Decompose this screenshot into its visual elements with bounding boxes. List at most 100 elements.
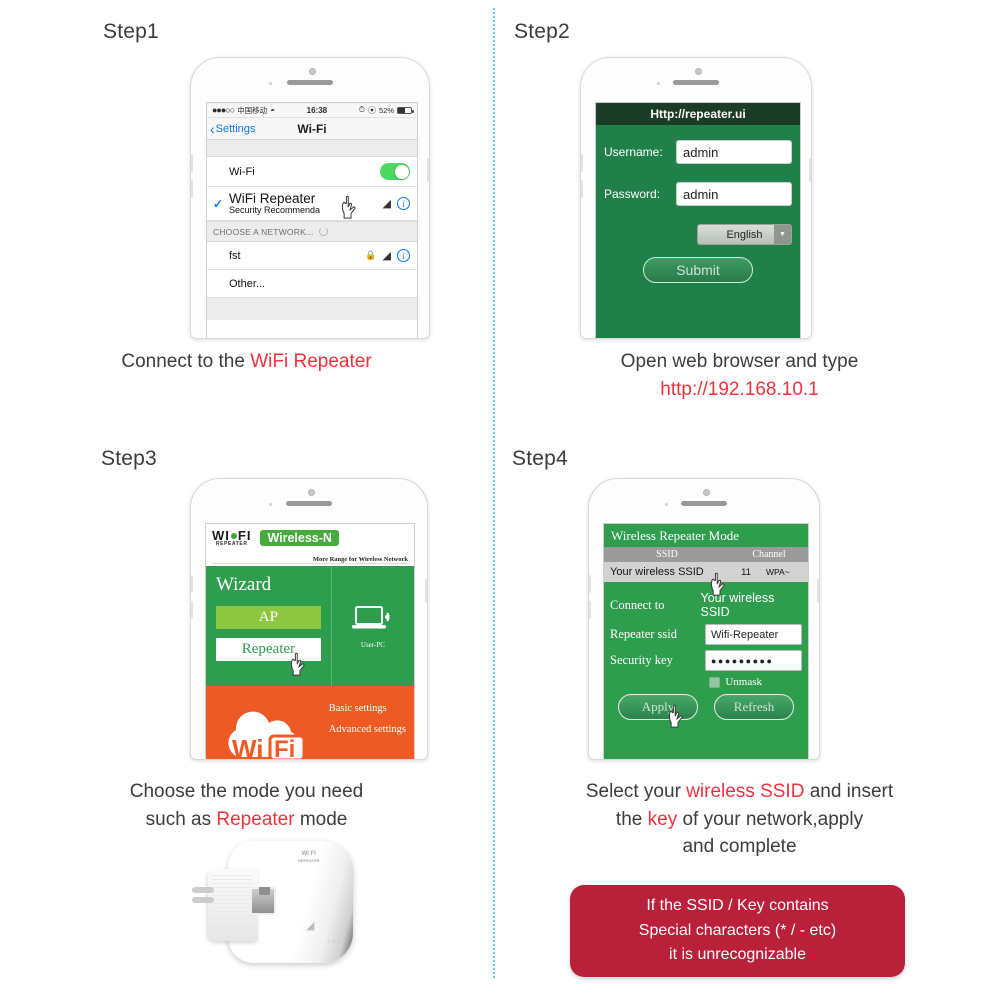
- ap-mode-button[interactable]: AP: [216, 606, 321, 629]
- warning-line3: it is unrecognizable: [669, 946, 806, 964]
- volume-button-2[interactable]: [581, 180, 583, 198]
- unmask-checkbox[interactable]: [709, 676, 721, 688]
- device-brand-label: WI FI REPEATER: [298, 851, 319, 864]
- username-label: Username:: [604, 145, 663, 159]
- connected-ssid-label: WiFi Repeater: [229, 190, 316, 206]
- cell-channel: 11: [741, 566, 751, 578]
- svg-text:Fi: Fi: [274, 736, 295, 760]
- step2-screen: Http://repeater.ui Username: admin Passw…: [595, 102, 801, 338]
- step4-caption: Select your wireless SSID and insert the…: [493, 778, 986, 861]
- step1-panel: Step1 ●●●○○ 中国移动 ◓ 16:38 ⏱ ⦿ 52% ‹ Setti…: [0, 0, 493, 440]
- cell-ssid: Your wireless SSID: [610, 566, 704, 578]
- device-spec-label: [212, 875, 252, 931]
- volume-button-2[interactable]: [589, 601, 591, 619]
- repeater-mode-page: Wireless Repeater Mode SSID Channel Your…: [604, 524, 808, 759]
- network-row-other[interactable]: Other...: [207, 270, 417, 298]
- volume-button[interactable]: [191, 154, 193, 172]
- security-key-input[interactable]: ●●●●●●●●●: [705, 650, 802, 671]
- submit-button[interactable]: Submit: [643, 257, 753, 283]
- instruction-poster: Step1 ●●●○○ 中国移动 ◓ 16:38 ⏱ ⦿ 52% ‹ Setti…: [0, 0, 986, 986]
- info-icon[interactable]: i: [397, 197, 410, 210]
- step3-caption-line1: Choose the mode you need: [129, 781, 364, 802]
- volume-button[interactable]: [589, 575, 591, 593]
- step4-caption-highlight-ssid: wireless SSID: [686, 781, 805, 802]
- step1-caption-plain: Connect to the: [121, 351, 251, 372]
- step2-label: Step2: [514, 20, 570, 43]
- logo-subtext: REPEATER: [215, 541, 248, 547]
- advanced-settings-link[interactable]: Advanced settings: [329, 719, 406, 740]
- warning-line1: If the SSID / Key contains: [646, 896, 829, 914]
- volume-button[interactable]: [581, 154, 583, 172]
- ethernet-port-icon: [250, 887, 276, 915]
- volume-button-2[interactable]: [191, 180, 193, 198]
- front-camera-icon: [703, 489, 710, 496]
- apply-button[interactable]: Apply: [618, 694, 698, 728]
- repeater-mode-button[interactable]: Repeater: [216, 638, 321, 661]
- language-select[interactable]: English ▼: [697, 224, 792, 245]
- step4-screen: Wireless Repeater Mode SSID Channel Your…: [603, 523, 809, 759]
- chevron-down-icon: ▼: [774, 225, 791, 244]
- unmask-row[interactable]: Unmask: [610, 676, 802, 688]
- wizard-section: Wizard AP Repeater User-PC: [206, 566, 414, 686]
- step3-caption-line2-post: mode: [294, 808, 348, 830]
- step2-caption-url: http://192.168.10.1: [660, 378, 819, 400]
- repeater-device-photo: WI FI REPEATER ◢ LED: [180, 835, 390, 975]
- volume-button-2[interactable]: [191, 601, 193, 619]
- step2-panel: Step2 Http://repeater.ui Username: admin…: [493, 0, 986, 440]
- device-wifi-icon: ◢: [306, 920, 315, 932]
- network-name-label: fst: [229, 249, 241, 262]
- step4-caption-line3: and complete: [682, 836, 797, 858]
- ios-navbar: ‹ Settings Wi-Fi: [207, 118, 417, 140]
- loading-spinner-icon: [318, 227, 328, 236]
- signal-dots-icon: ●●●○○: [212, 105, 235, 115]
- step3-caption: Choose the mode you need such as Repeate…: [0, 778, 493, 833]
- earpiece-icon: [673, 80, 719, 85]
- wifi-cloud-logo-icon: Wi Fi: [228, 711, 306, 760]
- step4-label: Step4: [512, 447, 568, 470]
- alarm-icon: ⏱: [358, 105, 365, 114]
- front-camera-icon: [308, 489, 315, 496]
- wifi-signal-icon: ◢: [382, 198, 391, 210]
- step1-phone-mockup: ●●●○○ 中国移动 ◓ 16:38 ⏱ ⦿ 52% ‹ Settings Wi…: [190, 57, 430, 339]
- connect-to-label: Connect to: [610, 597, 665, 612]
- device-led-label: LED: [328, 939, 344, 945]
- repeater-ssid-input[interactable]: Wifi-Repeater: [705, 624, 802, 645]
- power-button[interactable]: [817, 579, 819, 603]
- power-button[interactable]: [427, 158, 429, 182]
- sensor-dot-icon: [269, 82, 272, 85]
- ssid-table-row[interactable]: Your wireless SSID 11 WPA~: [604, 562, 808, 596]
- repeater-header: WI FI REPEATER Wireless-N More Range for…: [206, 524, 414, 566]
- step3-phone-mockup: WI FI REPEATER Wireless-N More Range for…: [190, 478, 428, 760]
- device-power-prongs: [192, 887, 214, 893]
- basic-settings-link[interactable]: Basic settings: [329, 698, 406, 719]
- password-input[interactable]: admin: [676, 182, 792, 206]
- password-label: Password:: [604, 187, 661, 201]
- step4-panel: Step4 Wireless Repeater Mode SSID Channe…: [493, 430, 986, 986]
- apply-button-label: Apply: [641, 699, 675, 714]
- user-pc-label: User-PC: [360, 640, 385, 649]
- list-top-gap: [207, 140, 417, 157]
- column-header-ssid: SSID: [656, 549, 678, 560]
- logo-dot-icon: [230, 532, 237, 539]
- info-icon[interactable]: i: [397, 249, 410, 262]
- svg-text:Wi: Wi: [232, 734, 264, 760]
- column-header-channel: Channel: [752, 549, 786, 560]
- wifi-toggle-switch[interactable]: [380, 163, 410, 180]
- power-button[interactable]: [425, 579, 427, 603]
- volume-button[interactable]: [191, 575, 193, 593]
- power-button[interactable]: [809, 158, 811, 182]
- status-time: 16:38: [306, 105, 328, 115]
- refresh-button[interactable]: Refresh: [714, 694, 794, 720]
- wifi-repeater-row[interactable]: ✓ WiFi Repeater Security Recommenda ◢ i: [207, 187, 417, 221]
- settings-links: Basic settings Advanced settings: [329, 698, 406, 740]
- username-row: Username: admin: [596, 140, 800, 164]
- step4-caption-line2-post: of your network,apply: [677, 808, 864, 830]
- username-input[interactable]: admin: [676, 140, 792, 164]
- earpiece-icon: [286, 501, 332, 506]
- wifi-repeater-logo: WI FI REPEATER: [212, 529, 251, 547]
- url-bar[interactable]: Http://repeater.ui: [596, 103, 800, 125]
- network-row-fst[interactable]: fst 🔒 ◢ i: [207, 242, 417, 270]
- wifi-toggle-row[interactable]: Wi-Fi: [207, 157, 417, 187]
- network-name-label: Other...: [229, 277, 266, 290]
- sensor-dot-icon: [665, 503, 668, 506]
